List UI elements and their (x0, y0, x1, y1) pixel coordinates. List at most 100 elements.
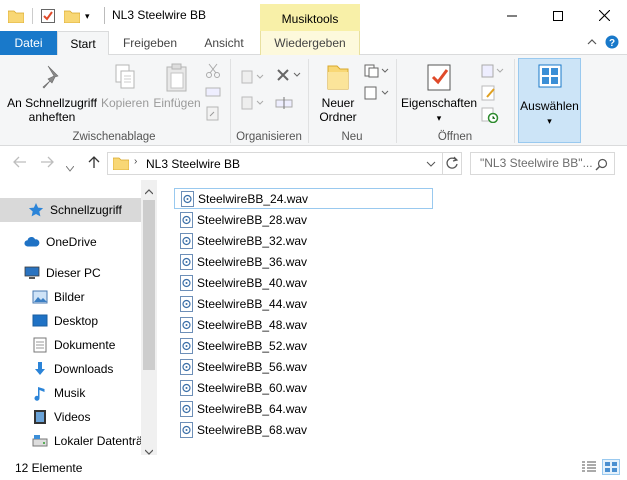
cut-icon[interactable] (205, 63, 223, 79)
paste-shortcut-icon[interactable] (205, 105, 223, 121)
scrollbar-thumb[interactable] (143, 200, 155, 370)
properties-quick-icon[interactable] (40, 6, 56, 26)
nav-scrollbar[interactable] (141, 180, 157, 455)
back-arrow-icon[interactable] (13, 155, 27, 171)
tab-ansicht[interactable]: Ansicht (193, 31, 255, 55)
desktop-icon (32, 313, 48, 329)
address-bar[interactable]: › NL3 Steelwire BB (107, 152, 462, 175)
pin-to-quick-access-button[interactable]: An Schnellzugriff anheften (6, 63, 98, 124)
nav-item-downloads[interactable]: Downloads (32, 357, 113, 381)
wav-file-icon (180, 400, 193, 417)
nav-item-videos[interactable]: Videos (32, 405, 90, 429)
breadcrumb-current[interactable]: NL3 Steelwire BB (146, 157, 240, 171)
breadcrumb-chevron-icon[interactable]: › (134, 156, 137, 167)
nav-item-dieser-pc[interactable]: Dieser PC (24, 261, 101, 285)
properties-button[interactable]: Eigenschaften ▾ (401, 63, 477, 125)
organize-group: Organisieren (231, 55, 307, 146)
collapse-ribbon-icon[interactable] (587, 36, 597, 50)
nav-item-musik[interactable]: Musik (32, 381, 85, 405)
tab-freigeben[interactable]: Freigeben (113, 31, 187, 55)
move-to-icon[interactable] (241, 69, 264, 85)
properties-label: Eigenschaften (401, 96, 478, 110)
file-list: SteelwireBB_24.wav SteelwireBB_28.wav St… (157, 180, 627, 455)
file-item[interactable]: SteelwireBB_32.wav (174, 230, 433, 251)
search-input[interactable]: "NL3 Steelwire BB"... (470, 152, 615, 175)
copy-path-icon[interactable] (205, 85, 223, 101)
open-icon[interactable] (481, 63, 504, 79)
copy-to-icon[interactable] (241, 95, 264, 111)
file-item[interactable]: SteelwireBB_40.wav (174, 272, 433, 293)
copy-label: Kopieren (100, 96, 150, 110)
nav-item-bilder[interactable]: Bilder (32, 285, 85, 309)
file-item[interactable]: SteelwireBB_48.wav (174, 314, 433, 335)
recent-locations-icon[interactable] (65, 159, 75, 175)
window-title: NL3 Steelwire BB (112, 8, 207, 22)
star-icon (28, 202, 44, 218)
refresh-icon[interactable] (445, 156, 459, 173)
scroll-up-icon[interactable] (144, 184, 154, 198)
nav-item-onedrive[interactable]: OneDrive (24, 230, 97, 254)
edit-icon[interactable] (481, 85, 499, 101)
history-icon[interactable] (481, 107, 499, 124)
context-tab-group: Musiktools (260, 4, 360, 32)
file-name: SteelwireBB_36.wav (197, 254, 308, 269)
search-placeholder: "NL3 Steelwire BB"... (480, 156, 593, 170)
navigation-pane: Schnellzugriff OneDrive Dieser PC Bilder… (0, 180, 157, 455)
nav-label: Lokaler Datenträ (54, 434, 143, 448)
new-folder-quick-icon[interactable] (64, 6, 80, 26)
copy-button[interactable]: Kopieren (100, 63, 150, 110)
select-dropdown-icon: ▾ (547, 116, 552, 126)
search-icon[interactable] (595, 157, 608, 174)
new-folder-button[interactable]: Neuer Ordner (315, 63, 361, 124)
file-item[interactable]: SteelwireBB_64.wav (174, 398, 433, 419)
new-item-icon[interactable] (363, 63, 389, 79)
select-button[interactable]: Auswählen ▾ (518, 58, 581, 143)
details-view-icon[interactable] (581, 460, 597, 477)
nav-item-lokaler-datentraeger[interactable]: Lokaler Datenträ (32, 429, 143, 453)
file-item[interactable]: SteelwireBB_68.wav (174, 419, 433, 440)
open-group: Eigenschaften ▾ Öffnen (397, 55, 513, 146)
large-icons-view-icon[interactable] (602, 459, 620, 475)
file-item[interactable]: SteelwireBB_52.wav (174, 335, 433, 356)
file-item[interactable]: SteelwireBB_56.wav (174, 356, 433, 377)
paste-button[interactable]: Einfügen (151, 63, 203, 110)
up-arrow-icon[interactable] (88, 155, 100, 172)
file-item[interactable]: SteelwireBB_28.wav (174, 209, 433, 230)
tab-start[interactable]: Start (57, 31, 109, 56)
drive-icon (32, 433, 48, 449)
customize-quick-access-icon[interactable]: ▾ (85, 6, 90, 26)
rename-icon[interactable] (275, 95, 293, 111)
download-icon (32, 361, 48, 377)
qa-separator (32, 8, 33, 24)
nav-item-dokumente[interactable]: Dokumente (32, 333, 115, 357)
file-item[interactable]: SteelwireBB_36.wav (174, 251, 433, 272)
select-label: Auswählen (520, 99, 579, 113)
cloud-icon (24, 234, 40, 250)
nav-item-desktop[interactable]: Desktop (32, 309, 98, 333)
nav-item-schnellzugriff[interactable]: Schnellzugriff (0, 198, 141, 222)
maximize-button[interactable] (535, 0, 581, 31)
file-item[interactable]: SteelwireBB_60.wav (174, 377, 433, 398)
group-separator (514, 59, 515, 143)
address-dropdown-icon[interactable] (426, 155, 436, 174)
close-button[interactable] (581, 0, 627, 31)
file-item[interactable]: SteelwireBB_24.wav (174, 188, 433, 209)
easy-access-icon[interactable] (363, 85, 389, 101)
file-name: SteelwireBB_28.wav (197, 212, 308, 227)
delete-icon[interactable] (275, 67, 301, 83)
help-icon[interactable]: ? (605, 35, 619, 52)
wav-file-icon (180, 295, 193, 312)
address-separator (442, 152, 443, 175)
new-group: Neuer Ordner Neu (309, 55, 395, 146)
properties-dropdown-icon[interactable]: ▾ (401, 112, 477, 125)
forward-arrow-icon[interactable] (40, 155, 54, 171)
computer-icon (24, 265, 40, 281)
properties-icon (401, 63, 477, 93)
nav-label: Bilder (54, 290, 85, 304)
minimize-button[interactable] (489, 0, 535, 31)
nav-label: Musik (54, 386, 86, 400)
tab-wiedergeben[interactable]: Wiedergeben (260, 31, 360, 55)
file-item[interactable]: SteelwireBB_44.wav (174, 293, 433, 314)
tab-datei[interactable]: Datei (0, 31, 57, 55)
nav-label: Dieser PC (46, 266, 101, 280)
